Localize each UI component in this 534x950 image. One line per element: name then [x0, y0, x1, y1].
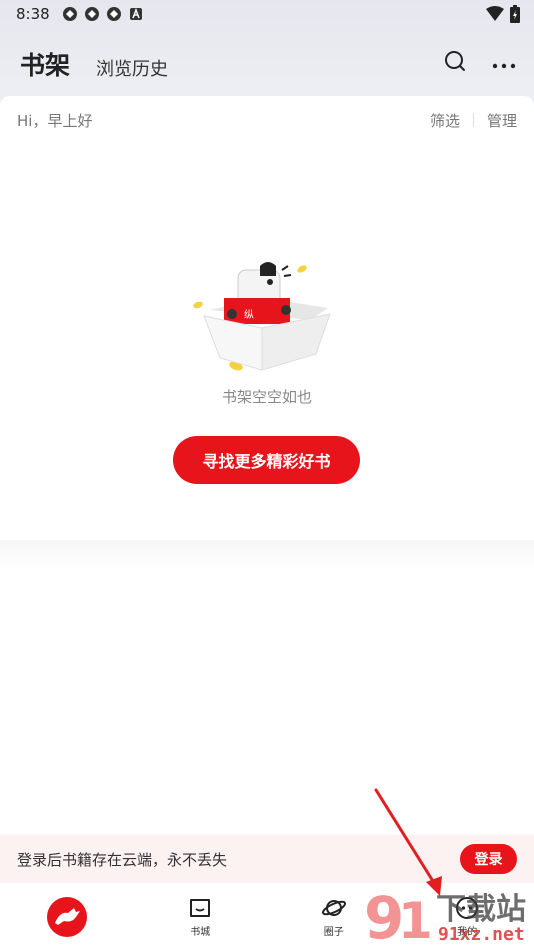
shelf-header: Hi，早上好 筛选 管理 [17, 108, 517, 132]
app-notification-icon [62, 6, 78, 22]
watermark-title: 下载站 [436, 892, 526, 927]
login-button[interactable]: 登录 [460, 844, 517, 874]
bookshelf-card: Hi，早上好 筛选 管理 纵 书架空空如也 寻找更多精彩好书 [0, 96, 534, 546]
greeting-text: Hi，早上好 [17, 111, 93, 130]
top-bar: 书架 浏览历史 [0, 38, 534, 90]
bookstore-icon [187, 895, 213, 921]
app-notification-icon [106, 6, 122, 22]
nav-item-bookstore[interactable]: 书城 [134, 883, 268, 950]
nav-label: 书城 [190, 927, 211, 938]
nav-item-home[interactable] [0, 883, 134, 950]
login-banner-text: 登录后书籍存在云端，永不丢失 [17, 850, 228, 869]
notification-icons [62, 6, 144, 22]
manage-button[interactable]: 管理 [487, 110, 517, 131]
empty-shelf-text: 书架空空如也 [221, 388, 312, 406]
empty-shelf-illustration: 纵 [190, 258, 340, 373]
svg-text:1: 1 [398, 892, 433, 950]
watermark-site: 91xz.net [438, 924, 525, 945]
system-status [486, 5, 520, 27]
find-books-button[interactable]: 寻找更多精彩好书 [173, 436, 360, 484]
search-icon[interactable] [444, 50, 466, 76]
more-icon[interactable] [492, 54, 516, 73]
app-notification-icon [84, 6, 100, 22]
status-bar: 8:38 [0, 0, 534, 28]
nav-label: 圈子 [323, 927, 344, 938]
a-notification-icon [128, 6, 144, 22]
content-area [0, 540, 534, 835]
wifi-icon [486, 6, 504, 26]
watermark-logo: 9 1 下载站 91xz.net [364, 880, 534, 950]
login-banner: 登录后书籍存在云端，永不丢失 登录 [0, 835, 534, 883]
filter-button[interactable]: 筛选 [430, 110, 460, 131]
battery-icon [510, 5, 520, 27]
tab-history[interactable]: 浏览历史 [96, 55, 168, 81]
divider [472, 113, 474, 127]
planet-icon [321, 895, 347, 921]
status-time: 8:38 [16, 5, 50, 23]
svg-text:纵: 纵 [244, 309, 254, 321]
tab-bookshelf[interactable]: 书架 [20, 46, 70, 82]
app-logo-icon [46, 896, 87, 937]
